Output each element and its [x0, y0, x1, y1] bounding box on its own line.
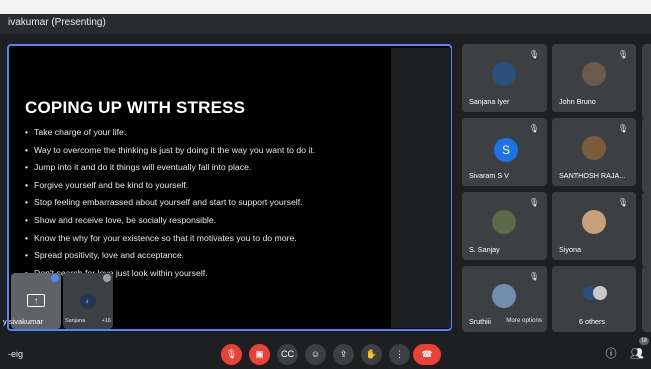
avatar — [582, 136, 606, 160]
more-vert-icon[interactable]: ⋮ — [389, 344, 410, 365]
slide-title: COPING UP WITH STRESS — [25, 98, 246, 117]
slide-bullet: Know the why for your existence so that … — [25, 230, 315, 248]
mic-off-icon: 🎙︎ — [617, 198, 628, 207]
others-tile[interactable]: 6 others — [552, 266, 636, 332]
info-icon[interactable]: ⓘ — [602, 345, 620, 363]
avatar: ◐ — [80, 293, 96, 309]
tile-edge — [642, 192, 651, 267]
slide-bullet: Spread positivity, love and acceptance. — [25, 247, 315, 265]
tile-edge — [642, 118, 651, 193]
participant-name: S. Sanjay — [469, 245, 500, 254]
mic-off-icon: 🎙︎ — [617, 50, 628, 59]
avatar — [492, 62, 516, 86]
emoji-icon[interactable]: ☺ — [305, 344, 326, 365]
tile-edge — [642, 266, 651, 332]
avatar — [582, 62, 606, 86]
avatar — [492, 210, 516, 234]
avatar — [582, 210, 606, 234]
slide-bullet-list: Take charge of your life. Way to overcom… — [25, 124, 315, 282]
presenter-name: y sivakumar — [3, 317, 44, 326]
avatar — [492, 284, 516, 308]
thumbnail-name: Sanjana — [65, 318, 86, 324]
more-options-tooltip: More options — [506, 317, 542, 324]
pin-icon[interactable] — [51, 274, 59, 282]
meeting-title-bar: ivakumar (Presenting) — [0, 14, 651, 34]
participant-tile[interactable]: 🎙︎ Sruthiii More options — [462, 266, 547, 332]
participant-name: John Bruno — [559, 97, 596, 106]
slide-bullet: Jump into it and do it things will event… — [25, 159, 315, 177]
mic-off-icon[interactable]: 🎙︎ — [221, 344, 242, 365]
mic-off-icon: 🎙︎ — [528, 272, 539, 281]
self-presenting-thumbnail[interactable]: ↑ y sivakumar — [3, 273, 61, 329]
people-icon[interactable]: 👥︎ — [628, 345, 646, 363]
pin-icon[interactable] — [103, 274, 111, 282]
end-call-icon[interactable]: ☎ — [413, 344, 441, 365]
participant-name: Siyona — [559, 245, 581, 254]
slide-bullet: Forgive yourself and be kind to yourself… — [25, 177, 315, 195]
participant-name: Sanjana Iyer — [469, 97, 510, 106]
slide-bullet: Stop feeling embarrassed about yourself … — [25, 194, 315, 212]
call-controls: 🎙︎ ▣ CC ☺ ⇪ ✋ ⋮ ☎ — [221, 344, 441, 365]
participant-count: +16 — [101, 318, 111, 324]
present-screen-icon: ↑ — [27, 294, 45, 307]
slide-bullet: Way to overcome the thinking is just by … — [25, 142, 315, 160]
mic-off-icon: 🎙︎ — [528, 198, 539, 207]
participant-tile[interactable]: 🎙︎ Siyona — [552, 192, 636, 260]
mic-off-icon: 🎙︎ — [528, 50, 539, 59]
mic-off-icon: 🎙︎ — [617, 124, 628, 133]
people-count-badge: 18 — [639, 337, 649, 345]
participant-tile[interactable]: 🎙︎ John Bruno — [552, 44, 636, 112]
present-icon[interactable]: ⇪ — [333, 344, 354, 365]
meeting-code: -eig — [8, 349, 24, 359]
group-avatars-icon — [583, 286, 607, 300]
avatar: S — [494, 138, 518, 162]
slide-margin — [391, 48, 451, 328]
participant-thumbnail[interactable]: ◐ Sanjana +16 — [63, 273, 113, 329]
participant-name: SANTHOSH RAJA... — [559, 171, 626, 180]
others-count: 6 others — [579, 317, 605, 326]
mic-off-icon: 🎙︎ — [528, 124, 539, 133]
participant-tile[interactable]: 🎙︎ SANTHOSH RAJA... — [552, 118, 636, 186]
participant-tile[interactable]: 🎙︎ Sanjana Iyer — [462, 44, 547, 112]
camera-off-icon[interactable]: ▣ — [249, 344, 270, 365]
participant-tile[interactable]: 🎙︎ S. Sanjay — [462, 192, 547, 260]
meeting-side-controls: ⓘ 👥︎ — [602, 345, 648, 365]
participant-tile[interactable]: 🎙︎ S Sivaram S V — [462, 118, 547, 186]
participant-name: Sivaram S V — [469, 171, 509, 180]
tile-edge — [642, 44, 651, 119]
presenting-title: ivakumar (Presenting) — [8, 17, 106, 28]
browser-top-strip — [0, 0, 651, 14]
participant-name: Sruthiii — [469, 317, 491, 326]
captions-icon[interactable]: CC — [277, 344, 298, 365]
slide-bullet: Show and receive love, be socially respo… — [25, 212, 315, 230]
raise-hand-icon[interactable]: ✋ — [361, 344, 382, 365]
slide-bullet: Take charge of your life. — [25, 124, 315, 142]
